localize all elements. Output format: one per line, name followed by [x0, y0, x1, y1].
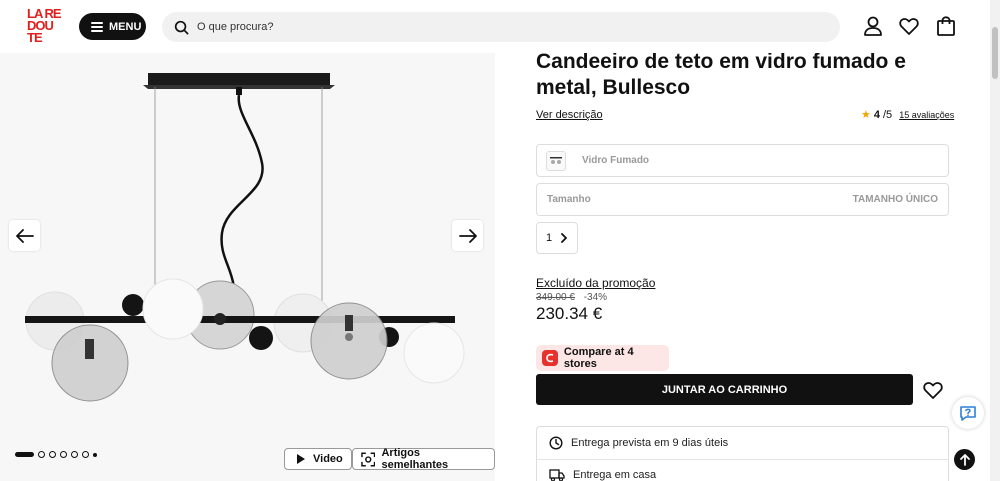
quantity-value: 1 — [546, 232, 553, 244]
help-chat-button[interactable] — [952, 397, 984, 429]
gallery-dot[interactable] — [49, 451, 56, 458]
delivery-info-panel: Entrega prevista em 9 dias úteis Entrega… — [536, 426, 949, 481]
gallery-dot-active[interactable] — [15, 452, 34, 457]
compare-stores-button[interactable]: Compare at 4 stores — [536, 345, 669, 371]
add-to-cart-button[interactable]: JUNTAR AO CARRINHO — [536, 374, 913, 405]
truck-icon — [549, 469, 565, 481]
color-variant-selector[interactable]: Vidro Fumado — [536, 144, 949, 177]
gallery-prev-button[interactable] — [9, 220, 40, 251]
gallery-dot[interactable] — [38, 451, 45, 458]
size-selector[interactable]: Tamanho TAMANHO ÚNICO — [536, 183, 949, 216]
site-header: LA RE DOU TE MENU — [0, 0, 990, 53]
wishlist-icon[interactable] — [898, 15, 920, 37]
arrow-left-icon — [15, 228, 34, 243]
chevron-right-icon — [561, 233, 568, 243]
page-scrollbar[interactable] — [990, 0, 1000, 481]
star-icon: ★ — [861, 109, 871, 121]
gallery-next-button[interactable] — [452, 220, 483, 251]
search-input[interactable] — [197, 21, 797, 33]
search-bar[interactable] — [162, 12, 840, 42]
brand-logo[interactable]: LA RE DOU TE — [27, 7, 64, 45]
variant-swatch-thumbnail — [546, 150, 566, 171]
shopping-bag-icon[interactable] — [935, 15, 957, 37]
current-price: 230.34 € — [536, 304, 603, 323]
product-title: Candeeiro de teto em vidro fumado e meta… — [536, 50, 906, 99]
account-icon[interactable] — [862, 15, 884, 37]
compare-icon — [542, 350, 558, 366]
product-rating: ★ 4 /5 15 avaliações — [861, 108, 954, 122]
discount-badge: -34% — [583, 292, 608, 303]
gallery-dot[interactable] — [60, 451, 67, 458]
video-button[interactable]: Video — [284, 448, 352, 470]
info-divider — [537, 459, 948, 460]
size-label: Tamanho — [547, 194, 591, 205]
menu-button[interactable]: MENU — [79, 13, 146, 40]
size-value: TAMANHO ÚNICO — [852, 194, 938, 205]
similar-items-label: Artigos semelhantes — [381, 447, 449, 471]
old-price-row: 349.00 € -34% — [536, 292, 607, 303]
add-to-wishlist-icon[interactable] — [922, 379, 944, 401]
clock-icon — [549, 436, 563, 450]
delivery-estimate-text: Entrega prevista em 9 dias úteis — [571, 437, 729, 449]
menu-label: MENU — [109, 20, 142, 33]
rating-max: /5 — [883, 108, 893, 121]
scrollbar-thumb[interactable] — [992, 27, 998, 79]
old-price: 349.00 € — [536, 292, 575, 303]
quantity-selector[interactable]: 1 — [536, 222, 578, 254]
view-description-link[interactable]: Ver descrição — [536, 109, 603, 121]
scroll-to-top-button[interactable] — [954, 449, 975, 470]
variant-label: Vidro Fumado — [582, 155, 650, 166]
help-chat-icon — [960, 406, 976, 421]
reviews-link[interactable]: 15 avaliações — [899, 110, 954, 120]
promo-exclusion-note: Excluído da promoção — [536, 276, 656, 290]
gallery-dot[interactable] — [82, 451, 89, 458]
home-delivery-row: Entrega em casa — [549, 468, 656, 481]
gallery-pagination — [15, 451, 97, 458]
similar-items-button[interactable]: Artigos semelhantes — [352, 447, 495, 471]
logo-line-3: TE — [27, 30, 43, 45]
video-label: Video — [313, 453, 343, 465]
play-icon — [297, 454, 305, 464]
rating-score: 4 — [873, 108, 880, 121]
product-image-chandelier — [25, 73, 465, 402]
product-gallery[interactable]: Video Artigos semelhantes — [0, 53, 495, 481]
search-icon — [174, 20, 189, 34]
hamburger-icon — [91, 21, 103, 32]
delivery-estimate-row: Entrega prevista em 9 dias úteis — [549, 436, 728, 450]
arrow-right-icon — [458, 228, 477, 243]
visual-search-icon — [361, 451, 376, 467]
home-delivery-text: Entrega em casa — [573, 469, 657, 481]
compare-label: Compare at 4 stores — [563, 346, 634, 370]
arrow-up-icon — [959, 453, 970, 466]
gallery-dot[interactable] — [71, 451, 78, 458]
gallery-dot[interactable] — [93, 452, 97, 457]
